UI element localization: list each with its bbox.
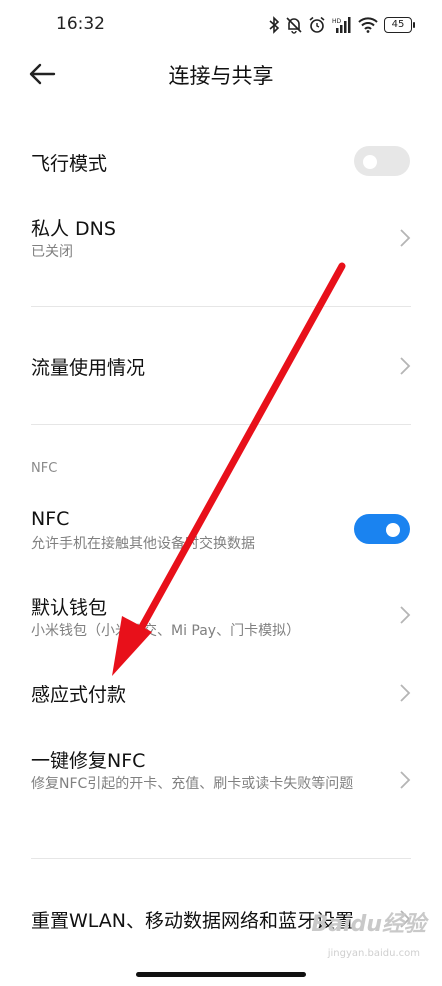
chevron-right-icon [399, 770, 411, 790]
repair-nfc-row[interactable]: 一键修复NFC 修复NFC引起的开卡、充值、刷卡或读卡失败等问题 [0, 742, 442, 822]
wifi-icon [358, 17, 378, 33]
divider [31, 306, 411, 307]
repair-nfc-label: 一键修复NFC [31, 750, 146, 772]
status-icons: HD 45 [268, 14, 415, 36]
nfc-toggle[interactable] [354, 514, 410, 544]
baidu-watermark-url: jingyan.baidu.com [327, 948, 420, 959]
private-dns-status: 已关闭 [31, 244, 73, 260]
status-time: 16:32 [56, 14, 105, 34]
tap-pay-label: 感应式付款 [31, 684, 127, 706]
chevron-right-icon [399, 228, 411, 248]
nfc-row[interactable]: NFC 允许手机在接触其他设备时交换数据 [0, 500, 442, 560]
tap-pay-row[interactable]: 感应式付款 [0, 670, 442, 716]
toggle-knob [363, 155, 377, 169]
bell-muted-icon [286, 16, 302, 34]
data-usage-row[interactable]: 流量使用情况 [0, 340, 442, 392]
nfc-description: 允许手机在接触其他设备时交换数据 [31, 536, 255, 552]
divider [31, 858, 411, 859]
default-wallet-value: 小米钱包（小米公交、Mi Pay、门卡模拟） [31, 623, 301, 639]
reset-network-label: 重置WLAN、移动数据网络和蓝牙设置 [31, 910, 355, 932]
repair-nfc-description: 修复NFC引起的开卡、充值、刷卡或读卡失败等问题 [31, 776, 354, 792]
airplane-mode-row[interactable]: 飞行模式 [0, 138, 442, 188]
divider [31, 424, 411, 425]
title-bar: 连接与共享 [0, 52, 442, 96]
default-wallet-row[interactable]: 默认钱包 小米钱包（小米公交、Mi Pay、门卡模拟） [0, 586, 442, 646]
alarm-icon [308, 16, 326, 34]
home-indicator[interactable] [136, 972, 306, 977]
page-title: 连接与共享 [168, 64, 274, 88]
arrow-shaft [134, 262, 346, 638]
airplane-mode-label: 飞行模式 [31, 153, 108, 175]
airplane-mode-toggle[interactable] [354, 146, 410, 176]
private-dns-label: 私人 DNS [31, 218, 116, 240]
status-bar: 16:32 HD 45 [0, 0, 442, 52]
default-wallet-label: 默认钱包 [31, 597, 108, 619]
chevron-right-icon [399, 605, 411, 625]
chevron-right-icon [399, 356, 411, 376]
bluetooth-icon [268, 16, 280, 34]
data-usage-label: 流量使用情况 [31, 357, 146, 379]
chevron-right-icon [399, 683, 411, 703]
nfc-label: NFC [31, 508, 70, 530]
baidu-watermark: Baidu经验 [311, 912, 426, 937]
signal-icon: HD [332, 16, 352, 34]
private-dns-row[interactable]: 私人 DNS 已关闭 [0, 206, 442, 270]
nfc-section-label: NFC [31, 461, 58, 476]
network-label: HD [332, 18, 342, 25]
battery-icon: 45 [384, 17, 415, 33]
toggle-knob [386, 523, 400, 537]
